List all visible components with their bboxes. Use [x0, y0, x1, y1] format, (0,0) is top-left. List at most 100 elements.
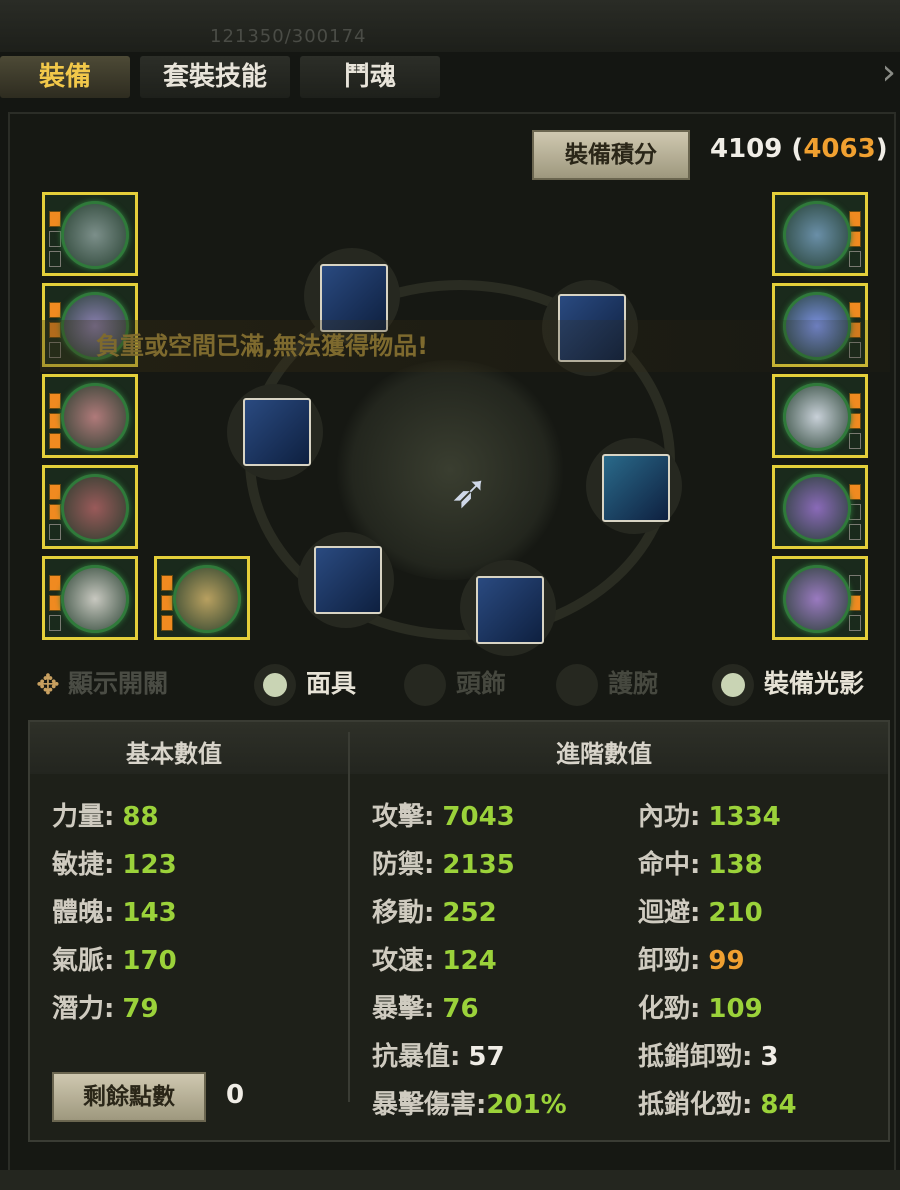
- equip-slot-right-4[interactable]: [772, 465, 868, 549]
- equip-slot-right-5[interactable]: [772, 556, 868, 640]
- item-icon: [173, 565, 241, 633]
- item-icon: [61, 383, 129, 451]
- stat-label: 攻速:: [372, 946, 435, 976]
- glow-checkbox[interactable]: [712, 664, 754, 706]
- item-icon: [783, 383, 851, 451]
- headwear-checkbox[interactable]: [404, 664, 446, 706]
- toggle-wrist-label: 護腕: [608, 669, 659, 698]
- equip-slot-left-5[interactable]: [42, 556, 138, 640]
- stat-row: 移動: 252: [372, 892, 497, 929]
- equip-slot-left-3[interactable]: [42, 374, 138, 458]
- stat-row: 內功: 1334: [638, 796, 781, 833]
- slot-chip: [849, 433, 861, 449]
- stat-row: 抵銷化勁: 84: [638, 1084, 797, 1121]
- toggle-headwear[interactable]: 頭飾: [404, 662, 506, 706]
- toggle-display-label: 顯示開關: [68, 669, 169, 698]
- stat-label: 暴擊:: [372, 994, 435, 1024]
- stat-row: 抗暴值: 57: [372, 1036, 505, 1073]
- stat-label: 抗暴值:: [372, 1042, 461, 1072]
- toggle-equipment-glow[interactable]: 裝備光影: [712, 662, 864, 706]
- toggle-display[interactable]: ✥ 顯示開關: [28, 662, 168, 706]
- slot-chip: [849, 302, 861, 318]
- stat-row: 化勁: 109: [638, 988, 763, 1025]
- stat-value: 99: [708, 946, 745, 976]
- equip-slot-right-1[interactable]: [772, 192, 868, 276]
- score-number: 4109: [710, 134, 783, 164]
- item-icon: [783, 201, 851, 269]
- remaining-points-button[interactable]: 剩餘點數: [52, 1072, 206, 1122]
- equip-slot-right-3[interactable]: [772, 374, 868, 458]
- top-status-strip: 121350/300174: [0, 0, 900, 52]
- stat-row: 暴擊: 76: [372, 988, 479, 1025]
- slot-chip: [161, 615, 173, 631]
- stat-label: 敏捷:: [52, 850, 115, 880]
- stat-label: 化勁:: [638, 994, 701, 1024]
- stat-row: 防禦: 2135: [372, 844, 515, 881]
- slot-chip: [161, 595, 173, 611]
- stat-value: 3: [760, 1042, 779, 1072]
- stat-row: 氣脈: 170: [52, 940, 177, 977]
- slot-chip: [49, 595, 61, 611]
- basic-stats-title: 基本數值: [126, 740, 222, 768]
- stat-label: 迴避:: [638, 898, 701, 928]
- stat-label: 防禦:: [372, 850, 435, 880]
- equipment-score-value: 4109 (4063): [710, 134, 888, 164]
- slot-chip: [849, 393, 861, 409]
- stat-row: 潛力: 79: [52, 988, 159, 1025]
- mask-checkbox[interactable]: [254, 664, 296, 706]
- stat-label: 抵銷卸勁:: [638, 1042, 753, 1072]
- header-faint-text: 121350/300174: [210, 26, 367, 47]
- costume-slot-body[interactable]: [243, 398, 311, 466]
- stat-value: 123: [122, 850, 177, 880]
- stat-row: 迴避: 210: [638, 892, 763, 929]
- slot-chip: [49, 615, 61, 631]
- stat-value: 170: [122, 946, 177, 976]
- stat-row: 命中: 138: [638, 844, 763, 881]
- toggle-headwear-label: 頭飾: [456, 669, 507, 698]
- slot-chip: [849, 211, 861, 227]
- tab-set-skills[interactable]: 套裝技能: [140, 56, 290, 98]
- toggle-wrist[interactable]: 護腕: [556, 662, 658, 706]
- stat-label: 潛力:: [52, 994, 115, 1024]
- slot-chip: [49, 393, 61, 409]
- equip-slot-left-1[interactable]: [42, 192, 138, 276]
- stat-value: 210: [708, 898, 763, 928]
- stat-value: 7043: [442, 802, 515, 832]
- wrist-checkbox[interactable]: [556, 664, 598, 706]
- stat-value: 2135: [442, 850, 515, 880]
- slot-chip: [849, 575, 861, 591]
- stat-value: 88: [122, 802, 159, 832]
- stats-divider: [348, 732, 350, 1102]
- stat-label: 卸勁:: [638, 946, 701, 976]
- stat-value: 79: [122, 994, 159, 1024]
- slot-chip: [49, 433, 61, 449]
- stat-label: 命中:: [638, 850, 701, 880]
- toggle-mask[interactable]: 面具: [254, 662, 356, 706]
- stat-value: 57: [468, 1042, 505, 1072]
- flower-icon: ✥: [36, 668, 60, 701]
- equip-slot-left-6[interactable]: [154, 556, 250, 640]
- stat-row: 暴擊傷害:201%: [372, 1084, 567, 1121]
- slot-chip: [49, 413, 61, 429]
- stat-label: 體魄:: [52, 898, 115, 928]
- stat-value: 201%: [486, 1090, 567, 1120]
- stats-header: 基本數值 進階數值: [30, 722, 888, 774]
- item-icon: [783, 565, 851, 633]
- tab-bar: 裝備 套裝技能 鬥魂: [0, 56, 900, 98]
- stat-row: 體魄: 143: [52, 892, 177, 929]
- stat-value: 124: [442, 946, 497, 976]
- cursor-arrow-icon: ➶: [450, 464, 489, 518]
- checkbox-dot: [263, 673, 287, 697]
- costume-slot-shoes[interactable]: [314, 546, 382, 614]
- tab-equipment[interactable]: 裝備: [0, 56, 130, 98]
- toggle-mask-label: 面具: [306, 669, 357, 698]
- item-icon: [783, 474, 851, 542]
- stat-row: 抵銷卸勁: 3: [638, 1036, 779, 1073]
- item-icon: [61, 474, 129, 542]
- equip-slot-left-4[interactable]: [42, 465, 138, 549]
- tab-fighting-soul[interactable]: 鬥魂: [300, 56, 440, 98]
- next-arrow-icon[interactable]: ›: [882, 52, 896, 93]
- costume-slot-weapon[interactable]: [476, 576, 544, 644]
- stat-value: 252: [442, 898, 497, 928]
- costume-slot-bracer[interactable]: [602, 454, 670, 522]
